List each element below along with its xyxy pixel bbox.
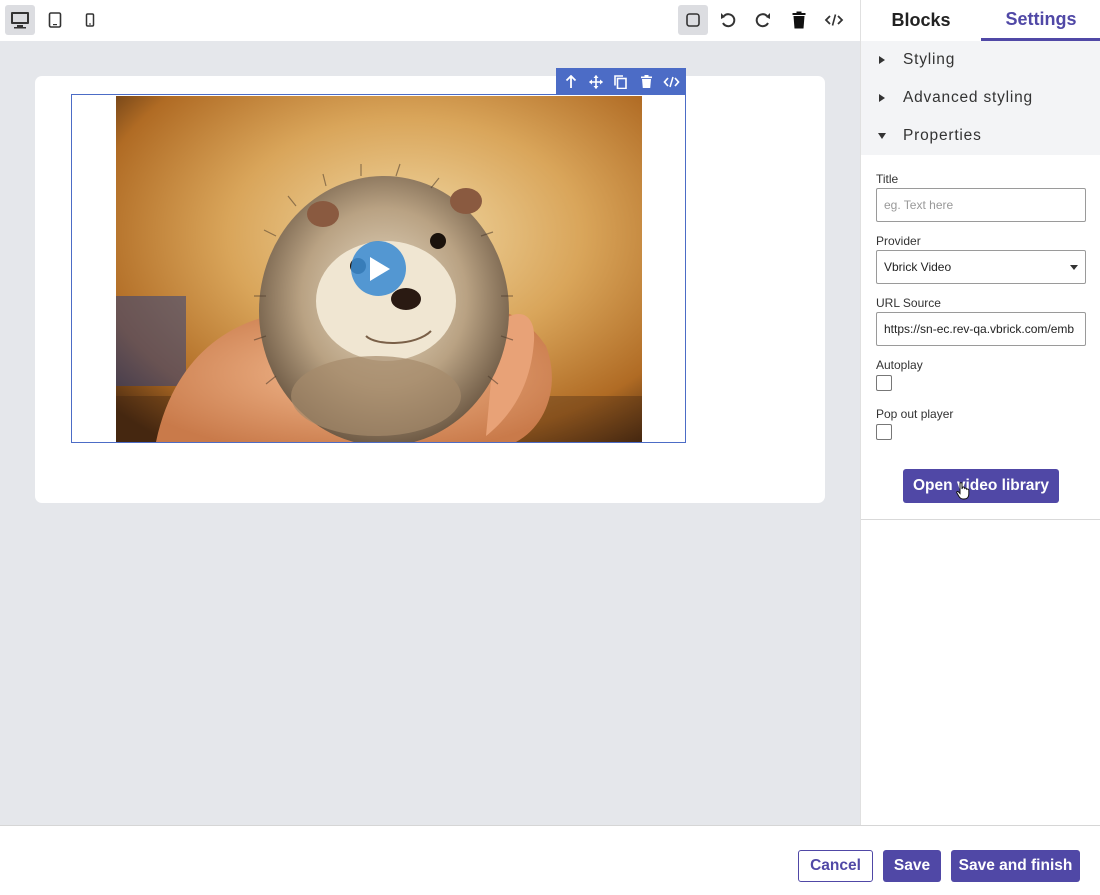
hand-cursor-icon (956, 482, 970, 500)
settings-panel: Blocks Settings Styling Advanced styling… (860, 0, 1100, 825)
trash-icon (640, 75, 652, 88)
undo-icon (721, 13, 736, 28)
delete-button[interactable] (784, 5, 814, 35)
provider-value: Vbrick Video (884, 260, 952, 274)
select-outline-icon (686, 13, 700, 27)
play-icon (369, 256, 390, 281)
section-properties-label: Properties (903, 127, 982, 144)
section-properties[interactable]: Properties (861, 117, 1100, 155)
caret-down-icon (878, 133, 886, 139)
tablet-icon (48, 12, 62, 28)
settings-sections: Styling Advanced styling Properties (861, 41, 1100, 155)
panel-divider (861, 519, 1100, 520)
tab-settings[interactable]: Settings (981, 0, 1100, 41)
popout-player-label: Pop out player (876, 407, 954, 421)
section-advanced-styling[interactable]: Advanced styling (861, 79, 1100, 117)
cancel-button[interactable]: Cancel (798, 850, 873, 882)
play-button[interactable] (351, 241, 406, 296)
move-block-button[interactable] (585, 71, 607, 93)
section-advanced-styling-label: Advanced styling (903, 89, 1033, 106)
copy-block-button[interactable] (610, 71, 632, 93)
select-outline-button[interactable] (678, 5, 708, 35)
title-input[interactable]: eg. Text here (876, 188, 1086, 222)
undo-button[interactable] (713, 5, 743, 35)
section-styling-label: Styling (903, 51, 956, 68)
code-view-button[interactable] (819, 5, 849, 35)
tablet-view-button[interactable] (40, 5, 70, 35)
block-toolbar (556, 68, 686, 95)
section-styling[interactable]: Styling (861, 41, 1100, 79)
tab-blocks[interactable]: Blocks (861, 0, 981, 41)
title-label: Title (876, 172, 899, 186)
redo-icon (755, 13, 770, 28)
redo-button[interactable] (748, 5, 778, 35)
save-and-finish-button[interactable]: Save and finish (951, 850, 1080, 882)
url-source-input[interactable]: https://sn-ec.rev-qa.vbrick.com/emb (876, 312, 1086, 346)
delete-block-button[interactable] (635, 71, 657, 93)
footer-bar: Cancel Save Save and finish (0, 825, 1100, 895)
url-source-label: URL Source (876, 296, 941, 310)
top-toolbar (0, 0, 860, 41)
autoplay-label: Autoplay (876, 358, 923, 372)
popout-player-checkbox[interactable] (876, 424, 892, 440)
code-icon (663, 76, 680, 87)
desktop-icon (11, 12, 29, 29)
caret-down-icon (1070, 264, 1078, 270)
block-code-button[interactable] (660, 71, 682, 93)
mobile-view-button[interactable] (75, 5, 105, 35)
arrow-up-icon (565, 74, 576, 88)
provider-label: Provider (876, 234, 921, 248)
save-button[interactable]: Save (883, 850, 941, 882)
provider-select[interactable]: Vbrick Video (876, 250, 1086, 284)
mobile-icon (85, 13, 95, 27)
code-icon (824, 14, 844, 26)
select-parent-button[interactable] (560, 71, 582, 93)
move-icon (588, 74, 603, 89)
caret-right-icon (879, 94, 885, 102)
copy-icon (614, 74, 628, 89)
caret-right-icon (879, 56, 885, 64)
autoplay-checkbox[interactable] (876, 375, 892, 391)
open-video-library-button[interactable]: Open video library (903, 469, 1059, 503)
trash-icon (792, 11, 806, 29)
desktop-view-button[interactable] (5, 5, 35, 35)
